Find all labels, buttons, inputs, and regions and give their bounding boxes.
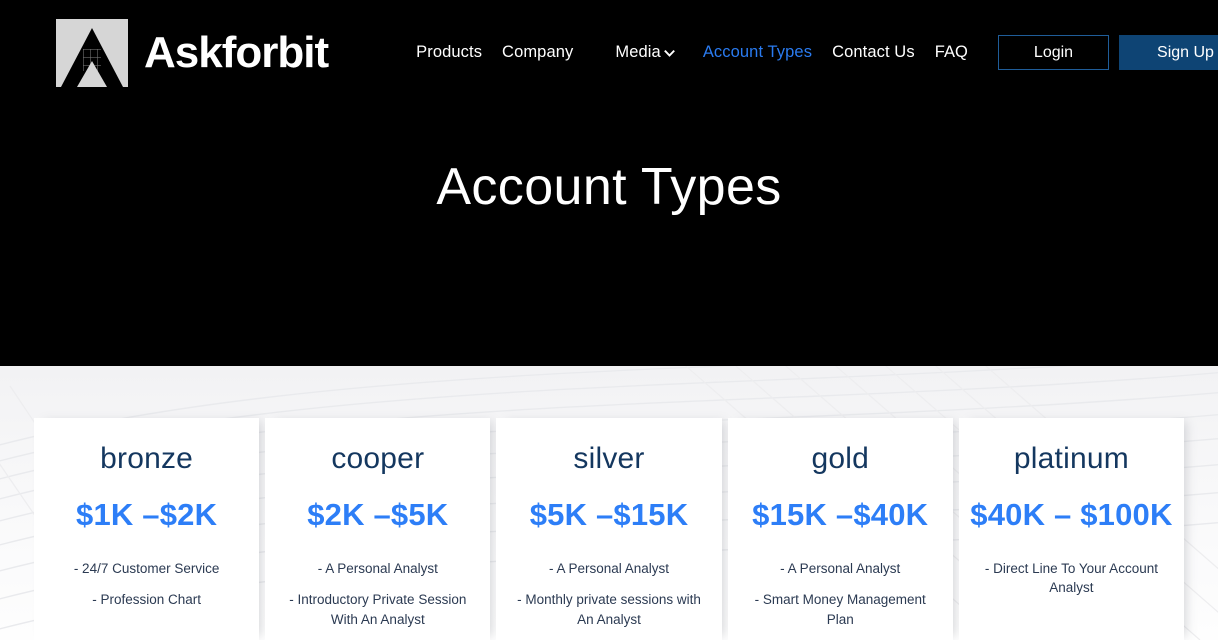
plan-title: bronze — [100, 442, 194, 475]
chevron-down-icon — [663, 48, 675, 59]
plan-price: $40K – $100K — [970, 497, 1173, 532]
site-header: Askforbit Products Company Media Account… — [0, 0, 1218, 105]
plan-price: $5K –$15K — [529, 497, 689, 532]
plan-card-silver[interactable]: silver $5K –$15K - A Personal Analyst - … — [496, 418, 722, 640]
page-title: Account Types — [436, 158, 782, 216]
pricing-cards: bronze $1K –$2K - 24/7 Customer Service … — [34, 418, 1185, 640]
plan-feature: - Smart Money Management Plan — [754, 592, 926, 627]
plan-feature: - Monthly private sessions with An Analy… — [517, 592, 701, 627]
dark-hero-section: Askforbit Products Company Media Account… — [0, 0, 1218, 366]
plan-title: platinum — [1013, 442, 1129, 475]
plan-feature: - A Personal Analyst — [780, 560, 901, 576]
plan-price: $15K –$40K — [752, 497, 929, 532]
plan-features: - A Personal Analyst - Smart Money Manag… — [738, 559, 943, 630]
hero-section: Account Types — [0, 105, 1218, 366]
plan-feature: - 24/7 Customer Service — [73, 560, 220, 576]
plan-card-gold[interactable]: gold $15K –$40K - A Personal Analyst - S… — [727, 418, 953, 640]
login-button[interactable]: Login — [998, 35, 1109, 70]
plan-title: cooper — [331, 442, 425, 475]
plan-feature: - A Personal Analyst — [317, 560, 438, 576]
plan-card-platinum[interactable]: platinum $40K – $100K - Direct Line To Y… — [958, 418, 1185, 640]
plan-features: - A Personal Analyst - Monthly private s… — [506, 559, 711, 630]
plan-card-cooper[interactable]: cooper $2K –$5K - A Personal Analyst - I… — [265, 418, 491, 640]
plan-title: silver — [573, 442, 645, 475]
signup-button[interactable]: Sign Up — [1119, 35, 1218, 70]
mountain-arrow-logo-icon — [56, 18, 128, 87]
plan-feature: - A Personal Analyst — [548, 560, 670, 576]
plan-feature: - Direct Line To Your Account Analyst — [984, 560, 1158, 596]
auth-buttons: Login Sign Up — [998, 35, 1218, 70]
plan-title: gold — [811, 442, 869, 475]
nav-item-company[interactable]: Company — [492, 37, 583, 68]
plan-feature: - Introductory Private Session With An A… — [289, 592, 467, 627]
main-nav: Products Company Media Account Types Con… — [406, 37, 978, 68]
nav-item-media[interactable]: Media — [605, 37, 684, 68]
brand-logo[interactable]: Askforbit — [56, 18, 329, 87]
plan-price: $2K –$5K — [307, 497, 449, 532]
nav-item-faq[interactable]: FAQ — [925, 37, 978, 68]
nav-item-media-label: Media — [615, 43, 661, 61]
plan-card-bronze[interactable]: bronze $1K –$2K - 24/7 Customer Service … — [34, 418, 260, 640]
page-root: Askforbit Products Company Media Account… — [0, 0, 1218, 640]
plan-features: - A Personal Analyst - Introductory Priv… — [275, 559, 480, 630]
nav-item-contact-us[interactable]: Contact Us — [822, 37, 925, 68]
plan-features: - Direct Line To Your Account Analyst — [969, 559, 1174, 598]
plan-feature: - Profession Chart — [92, 592, 201, 608]
plan-features: - 24/7 Customer Service - Profession Cha… — [44, 559, 249, 610]
plan-price: $1K –$2K — [76, 497, 218, 532]
brand-name: Askforbit — [144, 27, 329, 77]
nav-item-products[interactable]: Products — [406, 37, 492, 68]
nav-item-account-types[interactable]: Account Types — [693, 37, 822, 68]
